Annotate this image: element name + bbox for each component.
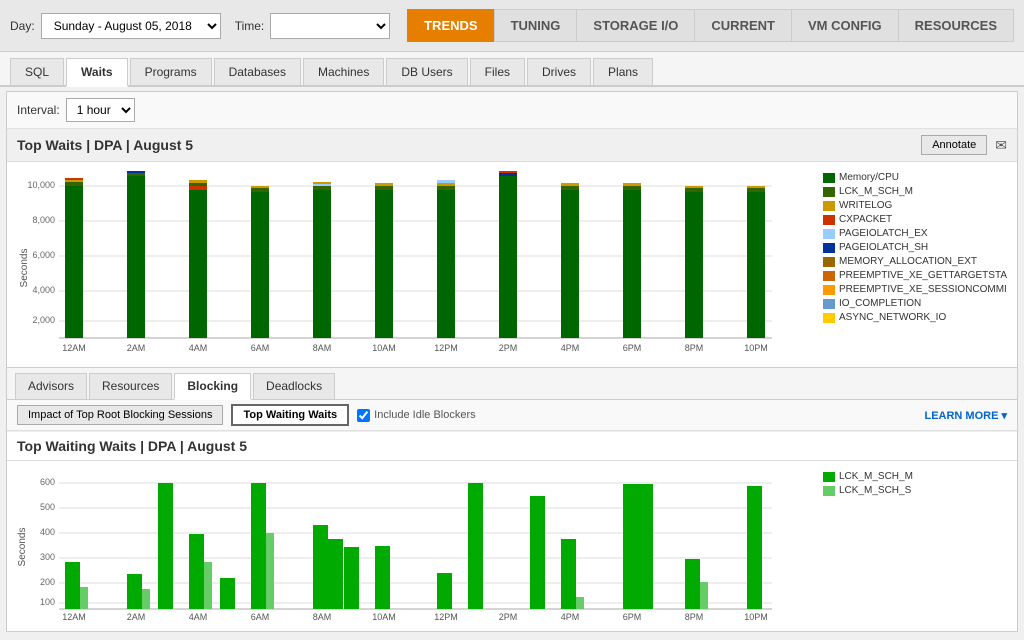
svg-text:500: 500 [40,502,55,512]
bottom-tabs: Advisors Resources Blocking Deadlocks [7,367,1017,400]
svg-text:100: 100 [40,597,55,607]
sub-tab-programs[interactable]: Programs [130,58,212,85]
svg-text:8AM: 8AM [313,612,332,622]
top-chart-svg-container: 10,000 8,000 6,000 4,000 2,000 Seconds [17,168,817,361]
svg-text:2,000: 2,000 [32,315,55,325]
svg-text:10AM: 10AM [372,612,396,622]
svg-text:Seconds: Seconds [17,528,28,567]
bottom-chart-legend: LCK_M_SCH_M LCK_M_SCH_S [817,467,1017,625]
time-label: Time: [235,19,265,33]
bottom-chart-svg-container: 600 500 400 300 200 100 Seconds [17,467,817,625]
svg-text:6,000: 6,000 [32,250,55,260]
svg-text:400: 400 [40,527,55,537]
annotate-button[interactable]: Annotate [921,135,987,155]
sub-tab-files[interactable]: Files [470,58,525,85]
top-nav: Day: Sunday - August 05, 2018 Time: TREN… [0,0,1024,52]
interval-select[interactable]: 1 hour [66,98,135,122]
learn-more-link[interactable]: LEARN MORE ▾ [924,409,1007,422]
svg-text:2PM: 2PM [499,343,518,353]
svg-text:4,000: 4,000 [32,285,55,295]
svg-text:10,000: 10,000 [27,180,55,190]
svg-text:10PM: 10PM [744,343,768,353]
svg-text:2AM: 2AM [127,612,146,622]
svg-text:12PM: 12PM [434,612,458,622]
day-select[interactable]: Sunday - August 05, 2018 [41,13,221,39]
sub-tab-plans[interactable]: Plans [593,58,653,85]
sub-tab-machines[interactable]: Machines [303,58,384,85]
nav-tabs: TRENDS TUNING STORAGE I/O CURRENT VM CON… [408,9,1014,42]
svg-text:6AM: 6AM [251,343,270,353]
idle-blockers-checkbox[interactable] [357,409,370,422]
bottom-tab-advisors[interactable]: Advisors [15,373,87,399]
email-icon[interactable]: ✉ [995,137,1007,154]
svg-text:8PM: 8PM [685,343,704,353]
svg-text:10AM: 10AM [372,343,396,353]
top-chart-title: Top Waits | DPA | August 5 [17,137,193,153]
bottom-tab-deadlocks[interactable]: Deadlocks [253,373,335,399]
time-select[interactable] [270,13,390,39]
svg-text:300: 300 [40,552,55,562]
svg-text:6PM: 6PM [623,612,642,622]
interval-toolbar: Interval: 1 hour [7,92,1017,129]
nav-tab-tuning[interactable]: TUNING [494,9,578,42]
day-label: Day: [10,19,35,33]
impact-blocking-button[interactable]: Impact of Top Root Blocking Sessions [17,405,223,425]
top-chart-header: Top Waits | DPA | August 5 Annotate ✉ [7,129,1017,162]
svg-text:12AM: 12AM [62,343,86,353]
svg-text:Seconds: Seconds [19,249,30,288]
svg-text:10PM: 10PM [744,612,768,622]
nav-tab-vmconfig[interactable]: VM CONFIG [791,9,899,42]
bottom-chart-area: 600 500 400 300 200 100 Seconds [7,461,1017,631]
bottom-tab-resources[interactable]: Resources [89,373,172,399]
svg-text:4AM: 4AM [189,343,208,353]
bottom-chart-svg: 600 500 400 300 200 100 Seconds [17,467,777,622]
svg-text:12AM: 12AM [62,612,86,622]
svg-text:6PM: 6PM [623,343,642,353]
bottom-chart-title: Top Waiting Waits | DPA | August 5 [17,438,247,454]
top-chart-area: 10,000 8,000 6,000 4,000 2,000 Seconds [7,162,1017,367]
nav-tab-resources[interactable]: RESOURCES [898,9,1014,42]
top-chart-legend: Memory/CPU LCK_M_SCH_M WRITELOG CXPACKET… [817,168,1017,361]
sub-tab-sql[interactable]: SQL [10,58,64,85]
sub-tab-waits[interactable]: Waits [66,58,128,87]
sub-tab-dbusers[interactable]: DB Users [386,58,467,85]
svg-text:4AM: 4AM [189,612,208,622]
idle-blockers-label: Include Idle Blockers [374,409,476,421]
svg-text:8,000: 8,000 [32,215,55,225]
nav-tab-current[interactable]: CURRENT [694,9,792,42]
svg-text:8AM: 8AM [313,343,332,353]
svg-text:4PM: 4PM [561,612,580,622]
svg-text:200: 200 [40,577,55,587]
svg-text:8PM: 8PM [685,612,704,622]
top-waiting-waits-button[interactable]: Top Waiting Waits [231,404,349,426]
svg-text:12PM: 12PM [434,343,458,353]
top-chart-svg: 10,000 8,000 6,000 4,000 2,000 Seconds [17,168,777,358]
interval-label: Interval: [17,103,60,117]
sub-tab-drives[interactable]: Drives [527,58,591,85]
bottom-tab-blocking[interactable]: Blocking [174,373,251,400]
nav-tab-storage[interactable]: STORAGE I/O [576,9,695,42]
main-content: Interval: 1 hour Top Waits | DPA | Augus… [6,91,1018,632]
svg-text:2PM: 2PM [499,612,518,622]
svg-text:4PM: 4PM [561,343,580,353]
blocking-bar: Impact of Top Root Blocking Sessions Top… [7,400,1017,431]
idle-check-container: Include Idle Blockers [357,409,476,422]
svg-text:2AM: 2AM [127,343,146,353]
sub-tab-databases[interactable]: Databases [214,58,301,85]
svg-text:600: 600 [40,477,55,487]
sub-tabs: SQL Waits Programs Databases Machines DB… [0,52,1024,87]
svg-text:6AM: 6AM [251,612,270,622]
nav-tab-trends[interactable]: TRENDS [407,9,494,42]
bottom-chart-header: Top Waiting Waits | DPA | August 5 [7,431,1017,461]
